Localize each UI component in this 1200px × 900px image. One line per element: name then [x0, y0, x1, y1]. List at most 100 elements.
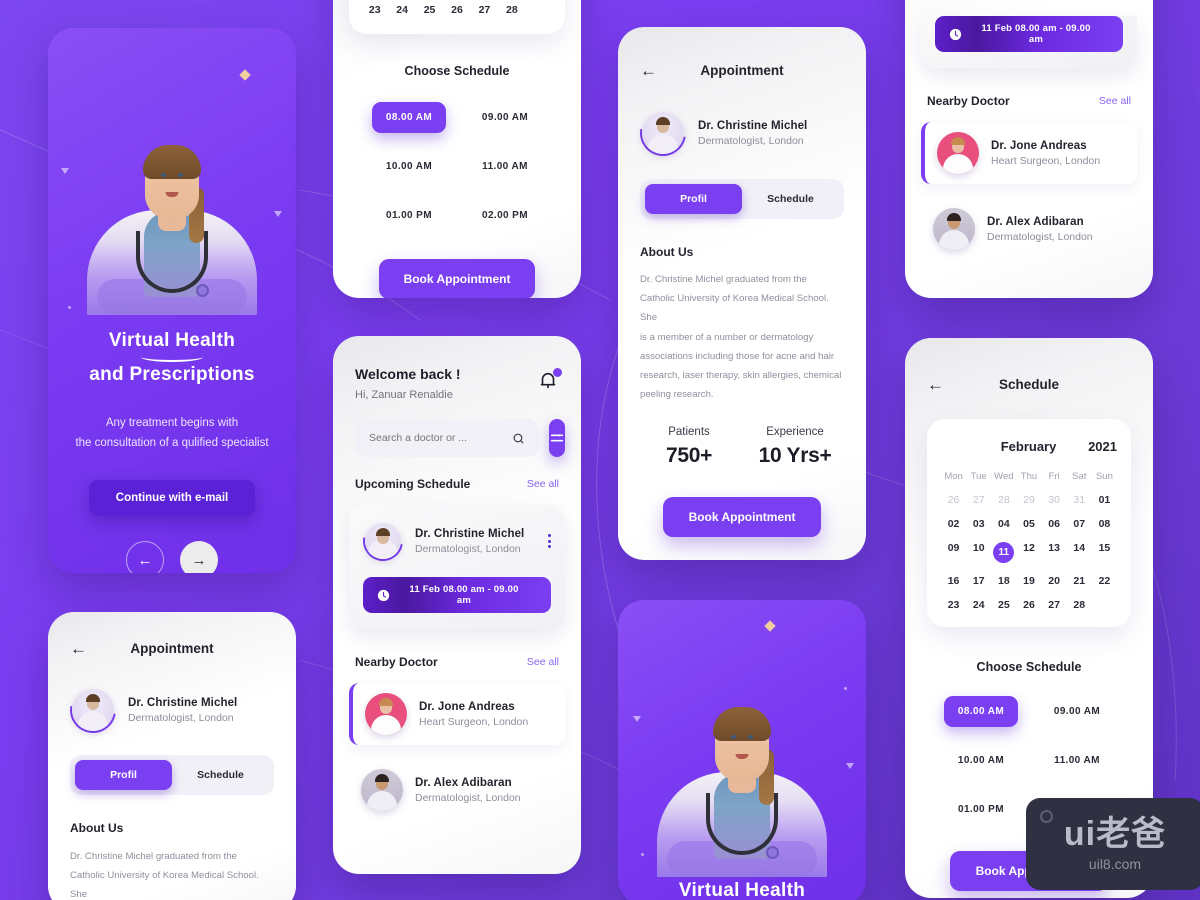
calendar-day[interactable]: 20 — [1042, 575, 1067, 587]
appointment-time-text: 11 Feb 08.00 am - 09.00 am — [409, 584, 519, 606]
tab-profil[interactable]: Profil — [645, 184, 742, 214]
time-slot[interactable]: 09.00 AM — [1040, 696, 1114, 727]
about-us-heading: About Us — [70, 821, 124, 835]
time-slot[interactable]: 01.00 PM — [372, 200, 446, 231]
calendar-day[interactable]: 02 — [941, 518, 966, 530]
calendar-year[interactable]: 2021 — [1088, 439, 1117, 454]
time-slot[interactable]: 01.00 PM — [944, 794, 1018, 825]
weekday-label: Wed — [994, 471, 1014, 482]
calendar-day[interactable]: 23 — [941, 599, 966, 611]
time-slot[interactable]: 09.00 AM — [468, 102, 542, 133]
calendar-day[interactable]: 06 — [1042, 518, 1067, 530]
see-all-upcoming[interactable]: See all — [527, 478, 559, 490]
calendar-day[interactable]: 25 — [416, 4, 443, 16]
onboarding-title-line1: Virtual Health — [678, 880, 806, 900]
stat-value: 750+ — [665, 444, 713, 468]
upcoming-appointment-card[interactable]: Dr. Christine Michel Dermatologist, Lond… — [349, 505, 565, 629]
doctor-specialty: Dermatologist, London — [415, 542, 521, 555]
calendar-day[interactable]: 22 — [1092, 575, 1117, 587]
tab-schedule[interactable]: Schedule — [742, 184, 839, 214]
time-slot[interactable]: 11.00 AM — [468, 151, 542, 182]
time-slot[interactable]: 11.00 AM — [1040, 745, 1114, 776]
screen-appointment-detail: ← Appointment Dr. Christine Michel Derma… — [618, 27, 866, 560]
weekday-label: Sun — [1095, 471, 1113, 482]
doctor-summary: Dr. Christine Michel Dermatologist, Lond… — [48, 657, 296, 733]
calendar-day[interactable]: 27 — [1042, 599, 1067, 611]
avatar — [361, 769, 403, 811]
calendar-day[interactable]: 27 — [471, 4, 498, 16]
calendar-day[interactable]: 28 — [991, 494, 1016, 506]
calendar-header: February 2021 — [941, 439, 1117, 454]
nearby-doctor-title: Nearby Doctor — [355, 655, 438, 669]
calendar-day[interactable]: 10 — [966, 542, 991, 563]
calendar-day[interactable]: 21 — [1067, 575, 1092, 587]
calendar-day[interactable]: 14 — [1067, 542, 1092, 563]
calendar-day[interactable]: 27 — [966, 494, 991, 506]
upcoming-appointment-card[interactable]: 11 Feb 08.00 am - 09.00 am — [921, 16, 1137, 68]
calendar-day[interactable]: 17 — [966, 575, 991, 587]
see-all-nearby[interactable]: See all — [1099, 95, 1131, 107]
calendar-day-selected[interactable]: 11 — [991, 542, 1016, 563]
time-slot[interactable]: 02.00 PM — [468, 200, 542, 231]
calendar-day[interactable]: 15 — [1092, 542, 1117, 563]
list-item[interactable]: Dr. Jone Andreas Heart Surgeon, London — [921, 122, 1137, 184]
tab-schedule[interactable]: Schedule — [172, 760, 269, 790]
about-line: Catholic University of Korea Medical Sch… — [70, 870, 259, 900]
calendar-day — [1092, 599, 1117, 611]
calendar-day[interactable]: 03 — [966, 518, 991, 530]
calendar-day[interactable]: 26 — [941, 494, 966, 506]
profile-schedule-tabs: Profil Schedule — [640, 179, 844, 219]
calendar-day[interactable]: 18 — [991, 575, 1016, 587]
prev-slide-button[interactable]: ← — [126, 541, 164, 573]
calendar-day[interactable]: 29 — [1016, 494, 1041, 506]
calendar-day[interactable]: 04 — [991, 518, 1016, 530]
calendar-day[interactable]: 07 — [1067, 518, 1092, 530]
kebab-menu-icon[interactable] — [548, 534, 551, 548]
list-item[interactable]: Dr. Alex Adibaran Dermatologist, London — [349, 759, 565, 821]
calendar-day[interactable]: 01 — [1092, 494, 1117, 506]
time-slot[interactable]: 08.00 AM — [944, 696, 1018, 727]
calendar-month[interactable]: February — [969, 439, 1088, 454]
calendar-day[interactable]: 26 — [1016, 599, 1041, 611]
calendar-day[interactable]: 24 — [966, 599, 991, 611]
calendar-day[interactable]: 16 — [941, 575, 966, 587]
doctor-specialty: Heart Surgeon, London — [419, 715, 529, 728]
upcoming-schedule-title: Upcoming Schedule — [355, 477, 471, 491]
calendar-day[interactable]: 28 — [498, 4, 525, 16]
filter-sliders-icon[interactable] — [549, 419, 565, 457]
calendar-day[interactable]: 28 — [1067, 599, 1092, 611]
screen-onboarding: Virtual Health and Prescriptions Any tre… — [48, 28, 296, 573]
calendar-day[interactable]: 25 — [991, 599, 1016, 611]
list-item[interactable]: Dr. Jone Andreas Heart Surgeon, London — [349, 683, 565, 745]
next-slide-button[interactable]: → — [180, 541, 218, 573]
calendar-day[interactable]: 24 — [388, 4, 415, 16]
calendar-day[interactable]: 09 — [941, 542, 966, 563]
notification-bell-icon[interactable] — [537, 368, 562, 392]
time-slot[interactable]: 08.00 AM — [372, 102, 446, 133]
nearby-doctor-header: Nearby Doctor See all — [905, 68, 1153, 108]
list-item[interactable]: Dr. Alex Adibaran Dermatologist, London — [921, 198, 1137, 260]
calendar-day[interactable]: 05 — [1016, 518, 1041, 530]
book-appointment-button[interactable]: Book Appointment — [663, 497, 821, 538]
tab-profil[interactable]: Profil — [75, 760, 172, 790]
about-line: is a member of a number or dermatology — [640, 331, 814, 343]
calendar-day[interactable]: 31 — [1067, 494, 1092, 506]
see-all-nearby[interactable]: See all — [527, 656, 559, 668]
search-input[interactable] — [369, 432, 504, 444]
book-appointment-button[interactable]: Book Appointment — [379, 259, 535, 298]
calendar-day[interactable]: 12 — [1016, 542, 1041, 563]
calendar-day[interactable]: 19 — [1016, 575, 1041, 587]
calendar-day[interactable]: 23 — [361, 4, 388, 16]
calendar-day[interactable]: 26 — [443, 4, 470, 16]
time-slot[interactable]: 10.00 AM — [372, 151, 446, 182]
time-slot[interactable]: 10.00 AM — [944, 745, 1018, 776]
calendar-day[interactable]: 08 — [1092, 518, 1117, 530]
notification-badge — [553, 368, 562, 377]
welcome-title: Welcome back ! — [355, 366, 461, 382]
continue-with-email-button[interactable]: Continue with e-mail — [89, 480, 255, 517]
avatar — [365, 693, 407, 735]
calendar-day[interactable]: 13 — [1042, 542, 1067, 563]
search-input-wrapper[interactable] — [355, 419, 539, 457]
calendar-day[interactable]: 30 — [1042, 494, 1067, 506]
doctor-name: Dr. Jone Andreas — [991, 139, 1087, 152]
